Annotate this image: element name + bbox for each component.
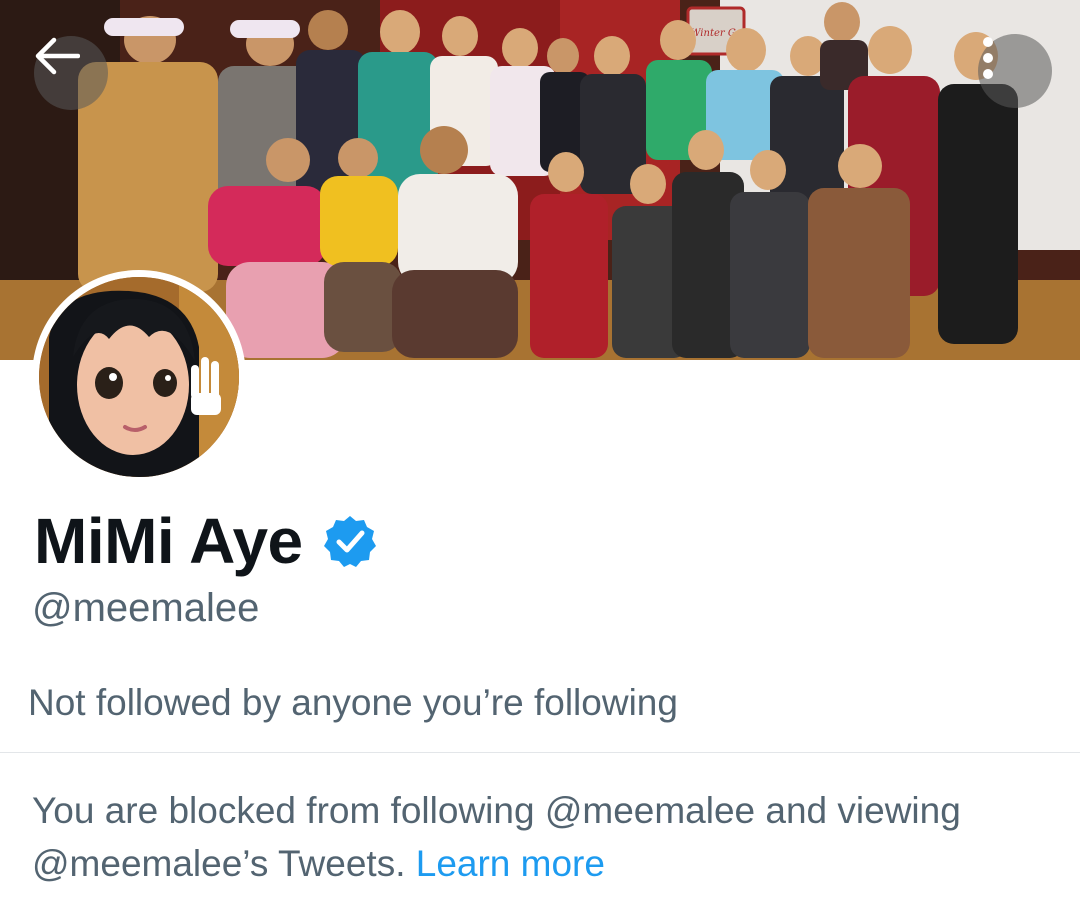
- display-name-text: MiMi Aye: [34, 505, 303, 577]
- blocked-notice-line2: @meemalee’s Tweets. Learn more: [32, 837, 1062, 890]
- verified-badge-icon: [323, 516, 376, 567]
- profile-handle: @meemalee: [32, 586, 260, 630]
- learn-more-link[interactable]: Learn more: [416, 843, 605, 884]
- more-vertical-icon: [983, 37, 993, 79]
- blocked-notice-line2-text: @meemalee’s Tweets.: [32, 843, 406, 884]
- profile-display-name: MiMi Aye: [34, 504, 377, 578]
- avatar-image: [39, 277, 239, 477]
- followers-you-know-note: Not followed by anyone you’re following: [28, 682, 678, 723]
- avatar-illustration: [39, 277, 239, 477]
- more-options-button[interactable]: [978, 34, 1052, 108]
- back-button[interactable]: [34, 36, 108, 110]
- blocked-notice-line1: You are blocked from following @meemalee…: [32, 790, 961, 831]
- arrow-left-icon: [35, 37, 80, 75]
- section-divider: [0, 752, 1080, 753]
- profile-avatar[interactable]: [32, 270, 246, 484]
- blocked-notice: You are blocked from following @meemalee…: [32, 784, 1062, 890]
